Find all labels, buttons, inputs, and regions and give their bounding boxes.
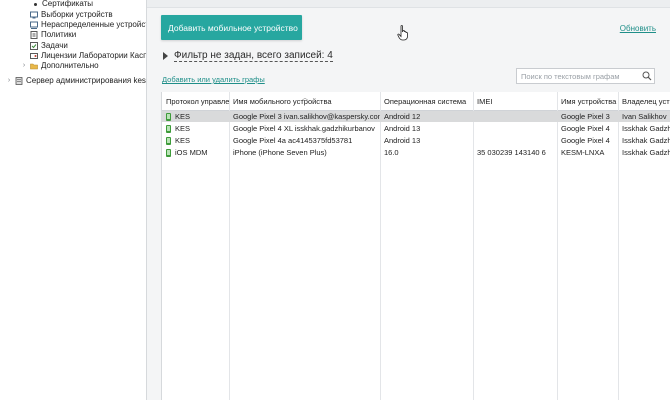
cell-device: Google Pixel 4 (561, 136, 610, 145)
tree-item-advanced[interactable]: › Дополнительно (21, 61, 99, 71)
column-header-owner[interactable]: Владелец устройства (618, 92, 670, 111)
console-tree: Сертификаты Выборки устройств Нераспреде… (0, 0, 147, 400)
mobile-device-icon (166, 112, 171, 121)
tree-item-policies[interactable]: Политики (30, 30, 76, 40)
search-icon[interactable] (642, 71, 652, 81)
hand-cursor-icon (397, 25, 408, 41)
folder-icon (30, 62, 38, 70)
cell-protocol-text: KES (175, 136, 191, 145)
tree-item-label: Сервер администрирования kesm (26, 76, 147, 85)
tree-item-unassigned-devices[interactable]: Нераспределенные устройства (30, 20, 147, 30)
cell-protocol: KES (162, 111, 229, 122)
cell-protocol-text: iOS MDM (175, 148, 208, 157)
sort-ascending-icon: ︿ (302, 96, 309, 102)
mobile-device-icon (166, 124, 171, 133)
tree-item-label: Сертификаты (42, 0, 94, 8)
cell-device-name: Google Pixel 4 XL isskhak.gadzhikurbanov (233, 124, 375, 133)
device-table: Протокол управления Имя мобильного устро… (161, 92, 670, 400)
table-row[interactable]: iOS MDM iPhone (iPhone Seven Plus) 16.0 … (162, 147, 670, 158)
cell-os: 16.0 (384, 148, 399, 157)
top-strip (147, 0, 670, 8)
tree-item-label: Лицензии Лаборатории Касперского (41, 51, 146, 60)
tree-item-device-selections[interactable]: Выборки устройств (30, 10, 113, 20)
tree-item-licenses[interactable]: Лицензии Лаборатории Касперского (30, 51, 146, 61)
cell-device: Google Pixel 3 (561, 112, 610, 121)
server-icon (15, 77, 23, 85)
cell-device-name: Google Pixel 3 ivan.salikhov@kaspersky.c… (233, 112, 380, 121)
bullet-icon (34, 2, 37, 6)
mobile-device-icon (166, 148, 171, 157)
tree-item-label: Выборки устройств (41, 10, 113, 19)
refresh-link[interactable]: Обновить (620, 24, 656, 33)
cell-owner: Isskhak Gadzhikurbanov (622, 136, 670, 145)
column-header-imei[interactable]: IMEI (473, 92, 557, 111)
mobile-device-icon (166, 136, 171, 145)
tree-item-label: Нераспределенные устройства (41, 20, 147, 29)
device-selection-icon (30, 11, 38, 19)
policy-icon (30, 31, 38, 39)
chevron-right-icon[interactable]: › (21, 62, 27, 70)
column-header-os[interactable]: Операционная система (380, 92, 473, 111)
main-pane: Добавить мобильное устройство Обновить Ф… (147, 0, 670, 400)
cell-imei (473, 123, 557, 134)
cell-protocol: KES (162, 135, 229, 146)
license-icon (30, 52, 38, 60)
cell-protocol: iOS MDM (162, 147, 229, 158)
cell-device: Google Pixel 4 (561, 124, 610, 133)
cell-device-name: Google Pixel 4a ac4145375fd53781 (233, 136, 353, 145)
column-header-protocol[interactable]: Протокол управления (162, 92, 229, 111)
table-row[interactable]: KES Google Pixel 4a ac4145375fd53781 And… (162, 135, 670, 146)
filter-toggle[interactable]: Фильтр не задан, всего записей: 4 (163, 50, 333, 62)
cell-owner: Isskhak Gadzhikurbanov (622, 124, 670, 133)
column-header-device[interactable]: Имя устройства (557, 92, 618, 111)
tree-item-certificates[interactable]: Сертификаты (34, 0, 93, 9)
cell-protocol-text: KES (175, 124, 191, 133)
tree-item-label: Дополнительно (41, 61, 99, 70)
cell-imei: 35 030239 143140 6 (477, 148, 546, 157)
cell-device: KESM-LNXA (561, 148, 605, 157)
chevron-right-icon[interactable]: › (6, 77, 12, 85)
caret-right-icon (163, 52, 168, 60)
cell-os: Android 12 (384, 112, 421, 121)
table-row[interactable]: KES Google Pixel 4 XL isskhak.gadzhikurb… (162, 123, 670, 134)
cell-imei (473, 135, 557, 146)
task-icon (30, 42, 38, 50)
unassigned-devices-icon (30, 21, 38, 29)
tree-item-admin-server[interactable]: › Сервер администрирования kesm (6, 76, 147, 86)
cell-protocol-text: KES (175, 112, 191, 121)
cell-protocol: KES (162, 123, 229, 134)
filter-summary: Фильтр не задан, всего записей: 4 (174, 50, 333, 62)
cell-owner: Ivan Salikhov (622, 112, 667, 121)
add-mobile-device-button[interactable]: Добавить мобильное устройство (161, 15, 302, 40)
table-row[interactable]: KES Google Pixel 3 ivan.salikhov@kaspers… (162, 111, 670, 122)
search-input[interactable] (516, 68, 655, 84)
tree-item-label: Политики (41, 30, 77, 39)
cell-device-name: iPhone (iPhone Seven Plus) (233, 148, 327, 157)
add-remove-columns-link[interactable]: Добавить или удалить графы (162, 75, 265, 84)
tree-item-label: Задачи (41, 41, 68, 50)
cell-os: Android 13 (384, 124, 421, 133)
cell-owner: Isskhak Gadzhikurbanov (622, 148, 670, 157)
cell-imei (473, 111, 557, 122)
cell-os: Android 13 (384, 136, 421, 145)
tree-item-tasks[interactable]: Задачи (30, 41, 68, 51)
